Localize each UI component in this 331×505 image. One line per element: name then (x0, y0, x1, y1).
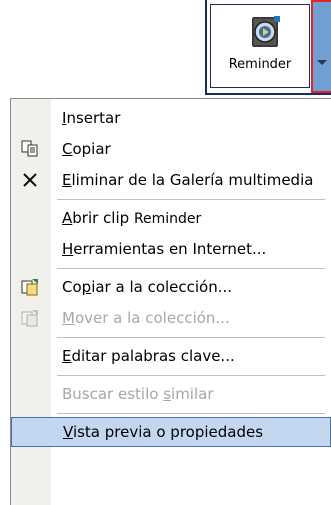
menu-item-buscar-estilo[interactable]: Buscar estilo similar (11, 379, 331, 409)
menu-item-label: imilar (171, 385, 214, 403)
delete-x-icon (23, 173, 37, 187)
copy-icon (21, 140, 38, 157)
media-clip-icon (252, 16, 280, 47)
menu-item-editar-palabras[interactable]: Editar palabras clave... (11, 341, 331, 371)
menu-item-mnemonic: s (163, 385, 172, 403)
menu-separator (57, 413, 325, 414)
menu-item-mnemonic: C (62, 140, 73, 158)
menu-item-eliminar[interactable]: Eliminar de la Galería multimedia (11, 165, 331, 195)
menu-item-mnemonic: V (63, 423, 73, 441)
menu-item-label: nsertar (66, 109, 121, 127)
menu-separator (57, 199, 325, 200)
menu-item-label: iar a la colección... (91, 278, 233, 296)
menu-item-copiar-coleccion[interactable]: Copiar a la colección... (11, 272, 331, 302)
menu-item-label-prefix: Co (62, 278, 82, 296)
menu-item-label: ista previa o propiedades (72, 423, 264, 441)
menu-item-label: liminar de la Galería multimedia (71, 171, 314, 189)
copy-to-collection-icon (21, 279, 38, 296)
menu-separator (57, 337, 325, 338)
menu-item-label: erramientas en Internet... (73, 240, 267, 258)
menu-item-insertar[interactable]: Insertar (11, 103, 331, 133)
context-menu: Insertar Copiar Eliminar de la Galería m… (10, 98, 331, 505)
menu-item-label: opiar (72, 140, 111, 158)
chevron-down-icon (317, 60, 327, 65)
clip-tile[interactable]: Reminder (205, 0, 331, 95)
menu-separator (57, 375, 325, 376)
menu-item-vista-previa[interactable]: Vista previa o propiedades (11, 417, 331, 447)
clip-label: Reminder (228, 57, 292, 72)
menu-item-mnemonic: M (62, 309, 75, 327)
menu-item-mnemonic: p (81, 278, 92, 296)
move-to-collection-icon (21, 310, 38, 327)
menu-item-clip-name: Reminder (133, 211, 202, 227)
menu-item-label-prefix: Buscar estilo (62, 385, 164, 403)
menu-item-abrir-clip[interactable]: Abrir clip Reminder (11, 203, 331, 233)
menu-item-herramientas[interactable]: Herramientas en Internet... (11, 234, 331, 264)
menu-item-label: over a la colección... (74, 309, 230, 327)
menu-item-mover-coleccion[interactable]: Mover a la colección... (11, 303, 331, 333)
menu-item-mnemonic: H (62, 240, 74, 258)
clip-thumbnail[interactable]: Reminder (210, 4, 310, 88)
menu-item-copiar[interactable]: Copiar (11, 134, 331, 164)
menu-item-label: ditar palabras clave... (71, 347, 235, 365)
clip-dropdown-button[interactable] (311, 0, 331, 93)
menu-separator (57, 268, 325, 269)
menu-item-label: brir clip (72, 209, 134, 227)
menu-item-mnemonic: A (62, 209, 73, 227)
